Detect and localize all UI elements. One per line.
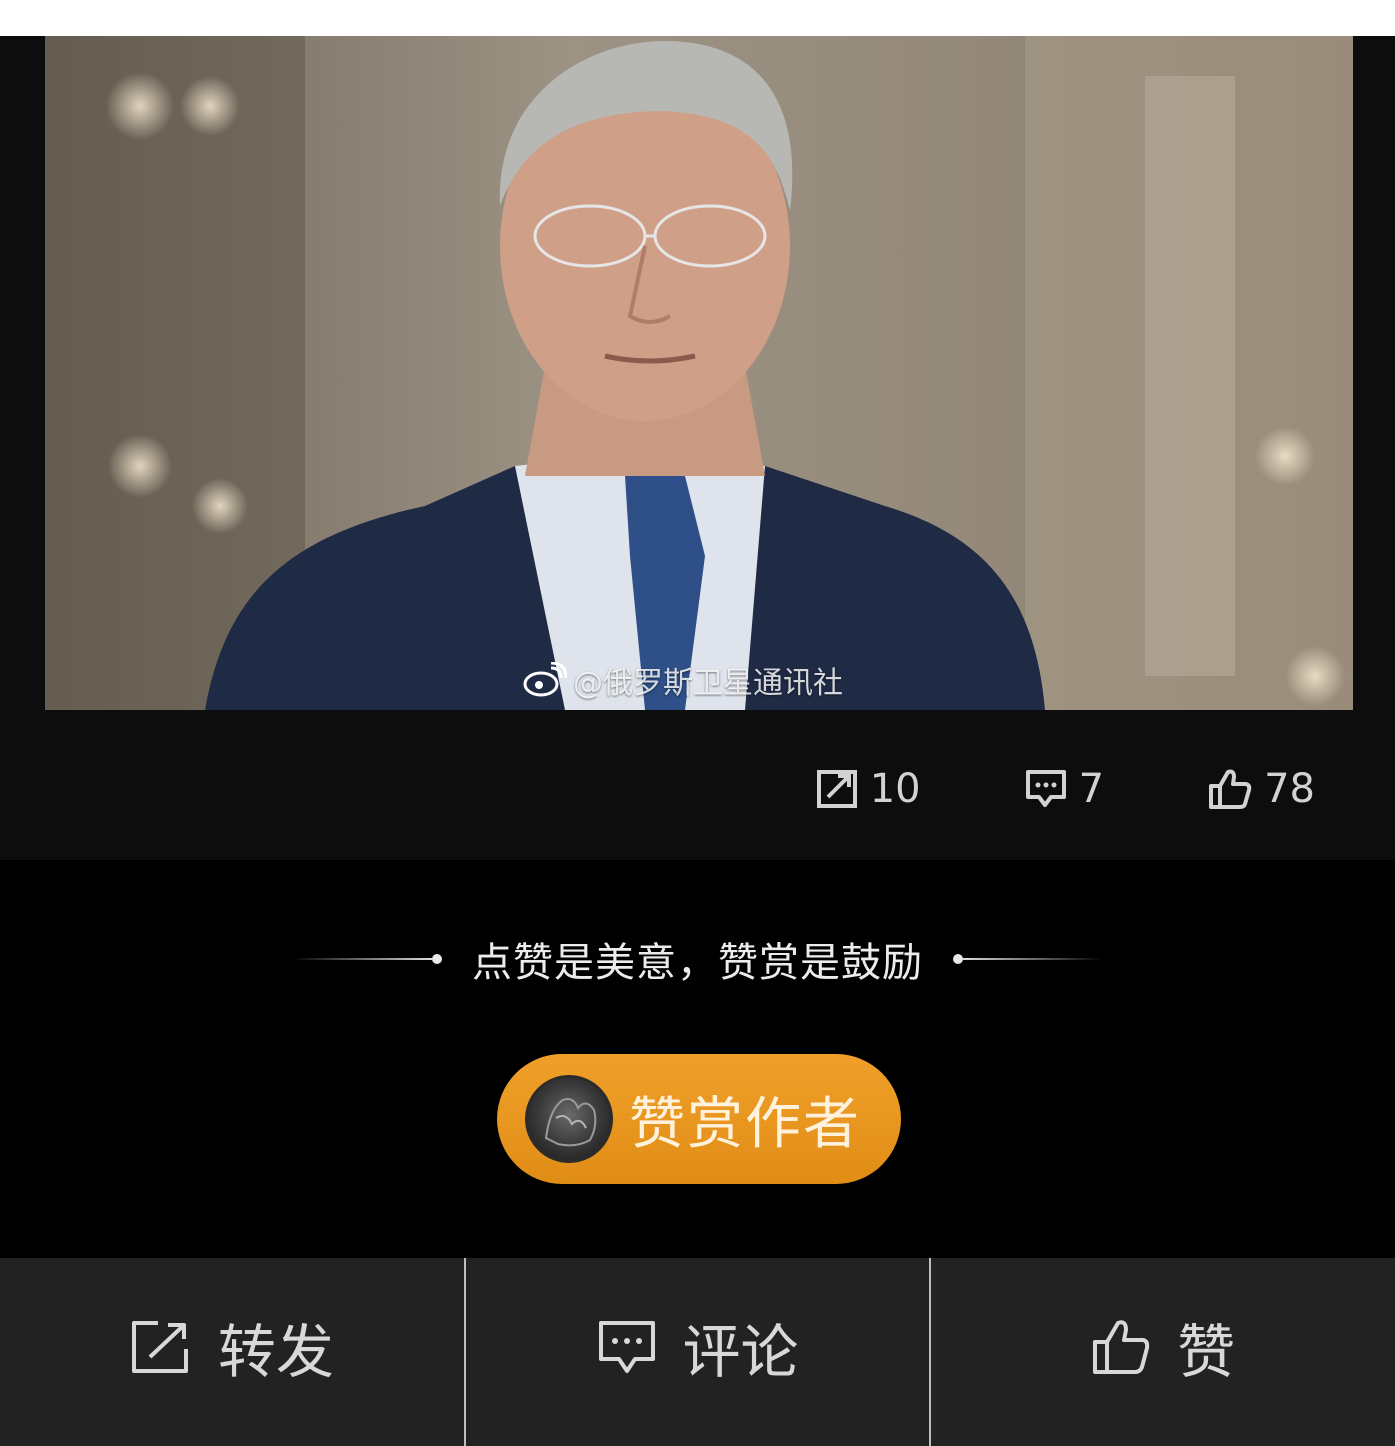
reward-tagline: 点赞是美意，赞赏是鼓励 <box>0 930 1395 988</box>
repost-stat[interactable]: 10 <box>816 766 921 812</box>
like-icon <box>1093 1320 1150 1374</box>
like-stat[interactable]: 78 <box>1208 766 1315 812</box>
post-stats: 10 7 78 <box>816 761 1315 817</box>
post-image[interactable]: @俄罗斯卫星通讯社 <box>45 36 1353 710</box>
repost-label: 转发 <box>217 1318 334 1386</box>
like-icon <box>1209 769 1252 809</box>
image-watermark: @俄罗斯卫星通讯社 <box>523 662 843 701</box>
comment-icon <box>598 1321 655 1373</box>
tagline-left-line <box>292 954 442 964</box>
repost-icon <box>131 1321 188 1373</box>
comment-icon <box>1025 770 1066 807</box>
weibo-logo-icon <box>523 662 567 697</box>
repost-count: 10 <box>869 766 921 812</box>
tagline-text: 点赞是美意，赞赏是鼓励 <box>472 940 923 986</box>
author-avatar <box>525 1075 613 1163</box>
like-count: 78 <box>1264 766 1315 812</box>
bottom-action-bar: 转发 评论 赞 <box>0 1258 1395 1446</box>
repost-button[interactable]: 转发 <box>0 1258 464 1446</box>
post-card: @俄罗斯卫星通讯社 10 7 78 <box>0 36 1395 860</box>
photo-illustration <box>45 36 1353 710</box>
repost-icon <box>816 770 857 808</box>
comment-count: 7 <box>1078 766 1105 812</box>
top-blank-strip <box>0 0 1395 36</box>
reward-section: 点赞是美意，赞赏是鼓励 赞赏作者 <box>0 860 1395 1258</box>
tagline-right-line <box>953 954 1103 964</box>
comment-button[interactable]: 评论 <box>466 1258 930 1446</box>
reward-author-button[interactable]: 赞赏作者 <box>497 1054 901 1184</box>
comment-stat[interactable]: 7 <box>1025 766 1104 812</box>
reward-button-label: 赞赏作者 <box>629 1091 861 1157</box>
like-label: 赞 <box>1177 1318 1236 1386</box>
watermark-text: @俄罗斯卫星通讯社 <box>573 666 843 701</box>
comment-label: 评论 <box>682 1318 799 1386</box>
like-button[interactable]: 赞 <box>931 1258 1395 1446</box>
